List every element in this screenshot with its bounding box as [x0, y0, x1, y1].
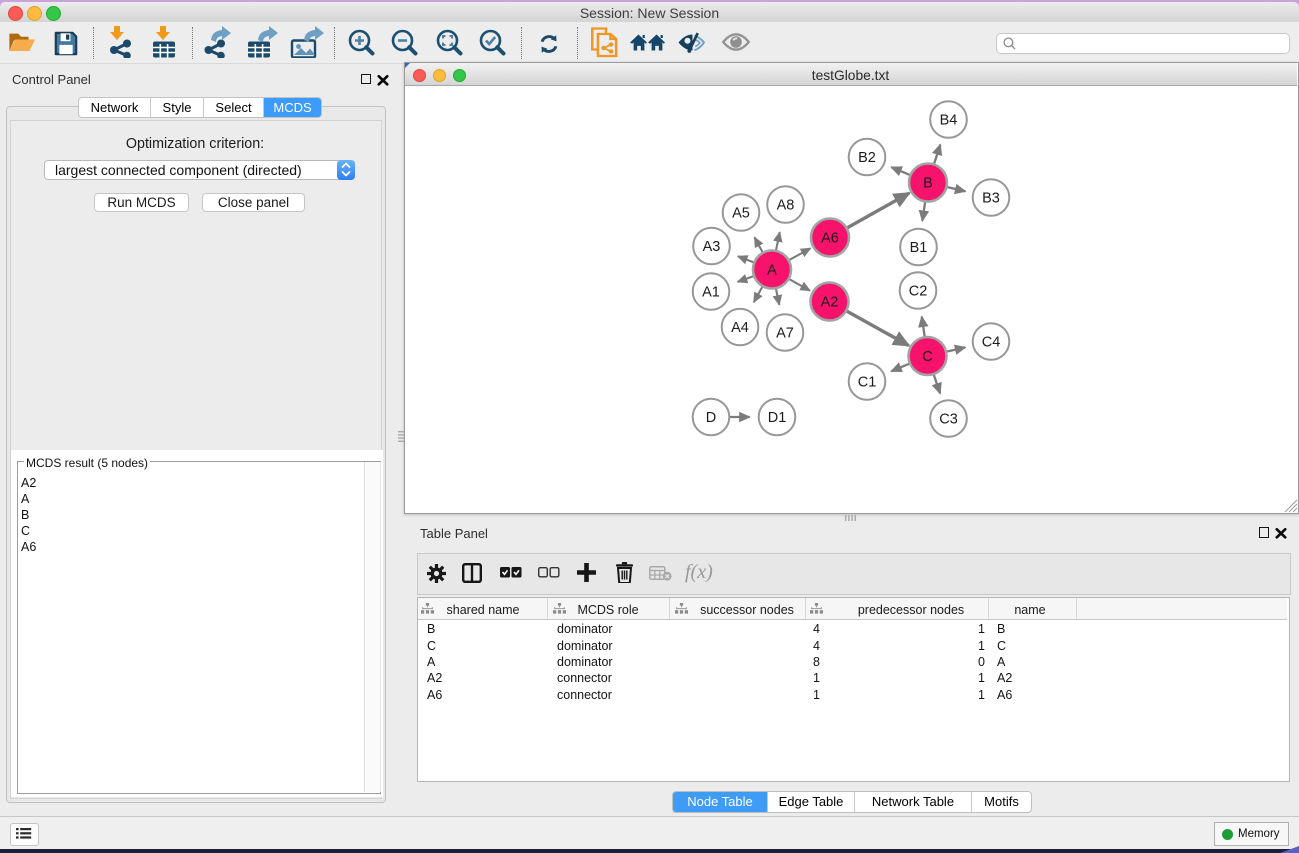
svg-text:B4: B4 [939, 113, 957, 129]
svg-text:A3: A3 [702, 239, 720, 255]
svg-text:B: B [923, 176, 933, 192]
svg-text:A4: A4 [731, 320, 749, 336]
svg-text:B3: B3 [982, 191, 1000, 207]
svg-text:A8: A8 [776, 198, 794, 214]
svg-text:C: C [922, 349, 932, 365]
svg-text:A5: A5 [732, 206, 750, 222]
svg-text:C2: C2 [908, 284, 927, 300]
svg-text:A1: A1 [702, 285, 720, 301]
svg-text:D: D [705, 410, 715, 426]
svg-text:C4: C4 [981, 335, 1000, 351]
svg-text:C1: C1 [857, 375, 876, 391]
svg-text:A2: A2 [820, 295, 838, 311]
svg-text:D1: D1 [767, 410, 786, 426]
svg-text:B1: B1 [909, 240, 927, 256]
svg-text:C3: C3 [939, 412, 958, 428]
svg-text:A: A [767, 263, 777, 279]
svg-text:A7: A7 [776, 326, 794, 342]
svg-text:B2: B2 [858, 150, 876, 166]
svg-text:A6: A6 [821, 231, 839, 247]
